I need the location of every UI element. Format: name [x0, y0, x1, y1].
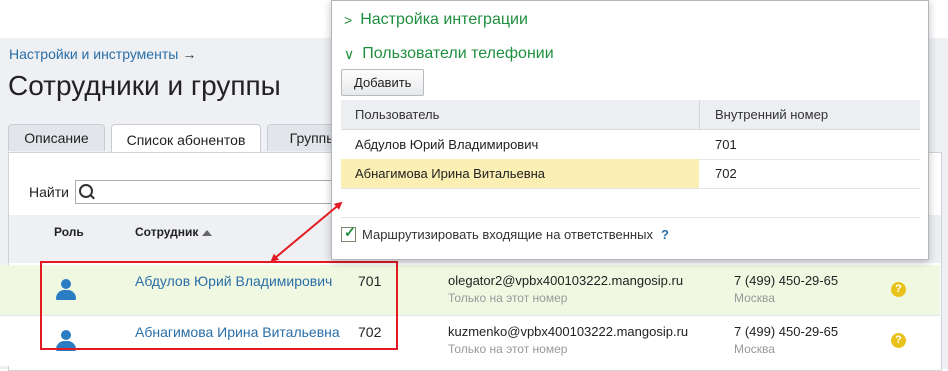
annotation-arrow — [270, 201, 343, 262]
